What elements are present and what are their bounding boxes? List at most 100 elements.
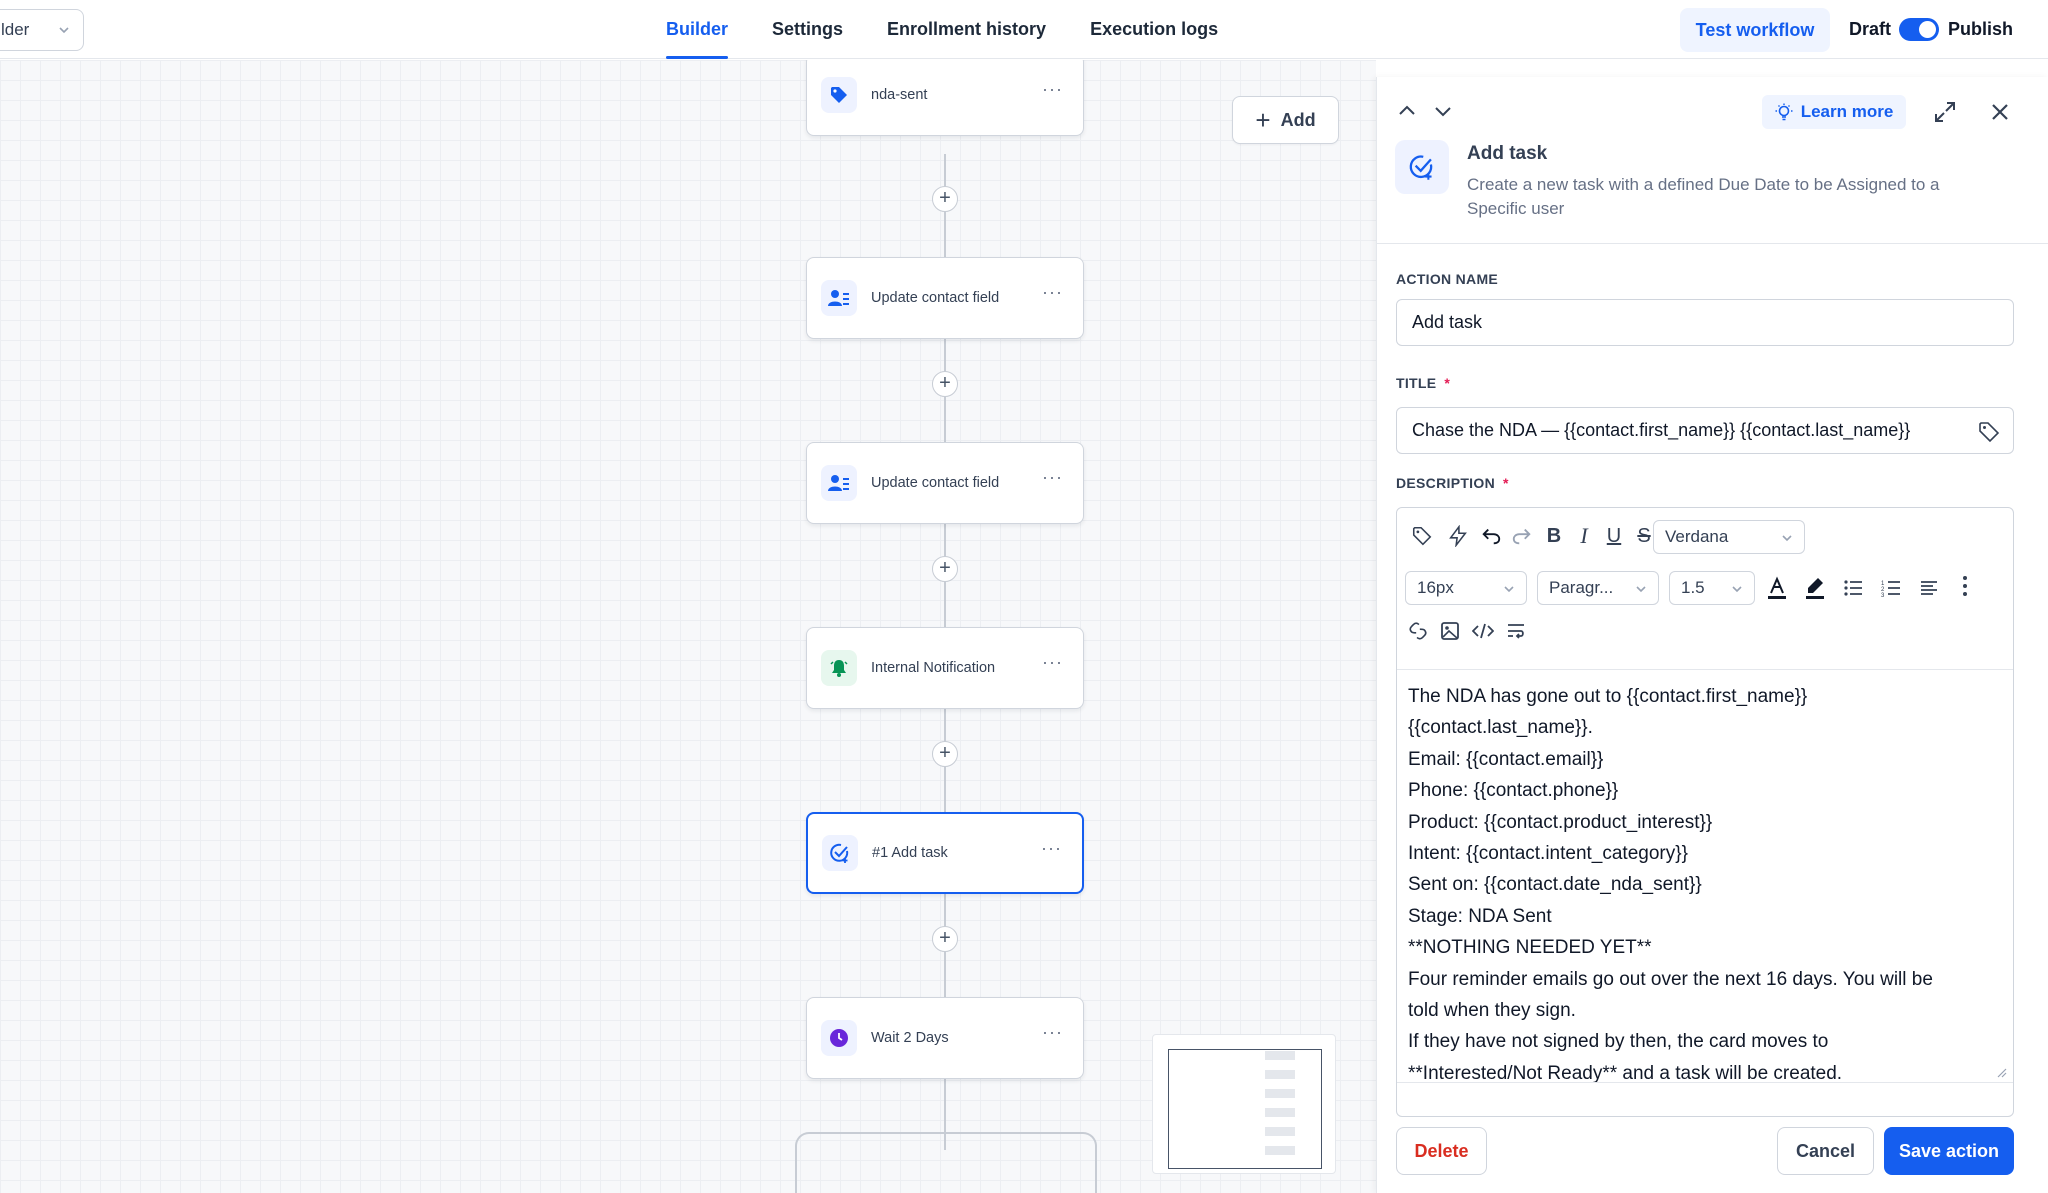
description-line: {{contact.last_name}}. <box>1408 717 1593 739</box>
test-workflow-button[interactable]: Test workflow <box>1680 8 1830 52</box>
minimap-node <box>1265 1051 1295 1060</box>
action-name-label: ACTION NAME <box>1396 271 1499 287</box>
contact-update-icon <box>821 280 857 316</box>
action-name-value: Add task <box>1412 312 1483 332</box>
font-size-select[interactable]: 16px <box>1405 571 1527 605</box>
save-action-button[interactable]: Save action <box>1884 1127 2014 1175</box>
bullet-list-icon[interactable] <box>1841 576 1865 600</box>
workflow-node-update-contact-field[interactable]: Update contact field ··· <box>806 257 1084 339</box>
description-text[interactable]: The NDA has gone out to {{contact.first_… <box>1408 681 2004 1089</box>
chevron-down-icon <box>1782 535 1792 542</box>
close-icon[interactable] <box>1988 100 2012 124</box>
italic-icon[interactable]: I <box>1572 523 1596 548</box>
node-label: nda-sent <box>871 87 928 103</box>
toggle-knob <box>1919 21 1936 38</box>
text-wrap-icon[interactable] <box>1504 619 1528 643</box>
divider <box>1397 669 2013 670</box>
top-navigation: lder Builder Settings Enrollment history… <box>0 0 2048 59</box>
contact-update-icon <box>821 465 857 501</box>
numbered-list-icon[interactable]: 123 <box>1879 576 1903 600</box>
workflow-select[interactable]: lder <box>0 9 84 51</box>
minimap-node <box>1265 1070 1295 1079</box>
chevron-down-icon <box>1732 586 1742 593</box>
tab-settings[interactable]: Settings <box>772 0 843 59</box>
line-height-value: 1.5 <box>1681 578 1705 597</box>
cancel-button[interactable]: Cancel <box>1777 1127 1874 1175</box>
bold-icon[interactable]: B <box>1542 524 1566 548</box>
align-icon[interactable] <box>1917 576 1941 600</box>
more-options-icon[interactable]: ··· <box>1041 838 1062 859</box>
custom-value-tag-icon[interactable] <box>1977 420 2001 444</box>
link-icon[interactable] <box>1406 619 1430 643</box>
node-label: Internal Notification <box>871 660 996 676</box>
more-options-icon[interactable]: ··· <box>1042 652 1063 673</box>
add-step-button[interactable]: + <box>932 926 958 952</box>
description-line: If they have not signed by then, the car… <box>1408 1031 1829 1053</box>
more-options-icon[interactable]: ··· <box>1042 1022 1063 1043</box>
node-label: #1 Add task <box>872 845 948 861</box>
image-icon[interactable] <box>1438 619 1462 643</box>
workflow-node-update-contact-field[interactable]: Update contact field ··· <box>806 442 1084 524</box>
redo-icon[interactable] <box>1510 524 1534 548</box>
workflow-node-wait[interactable]: Wait 2 Days ··· <box>806 997 1084 1079</box>
add-step-button[interactable]: + <box>932 556 958 582</box>
panel-title: Add task <box>1467 143 1548 164</box>
more-options-icon[interactable]: ··· <box>1042 467 1063 488</box>
workflow-tabs: Builder Settings Enrollment history Exec… <box>666 0 1262 59</box>
chevron-up-icon[interactable] <box>1395 99 1419 123</box>
minimap-viewport[interactable] <box>1168 1049 1322 1169</box>
publish-toggle[interactable] <box>1899 18 1939 41</box>
underline-icon[interactable]: U <box>1602 524 1626 548</box>
description-rich-text-editor[interactable]: B I U S Verdana 16px Paragr... 1.5 123 T… <box>1396 507 2014 1117</box>
tab-enrollment-history[interactable]: Enrollment history <box>887 0 1046 59</box>
expand-icon[interactable] <box>1933 100 1957 124</box>
font-family-select[interactable]: Verdana <box>1653 520 1805 554</box>
action-name-input[interactable]: Add task <box>1396 299 2014 346</box>
text-color-icon[interactable] <box>1765 576 1789 600</box>
tab-builder[interactable]: Builder <box>666 0 729 59</box>
add-step-button[interactable]: + <box>932 186 958 212</box>
description-line: Stage: NDA Sent <box>1408 905 1552 927</box>
description-line: Intent: {{contact.intent_category}} <box>1408 843 1688 865</box>
branch-connector-right <box>943 1132 1097 1193</box>
tab-execution-logs[interactable]: Execution logs <box>1090 0 1218 59</box>
node-label: Wait 2 Days <box>871 1030 949 1046</box>
add-button-label: Add <box>1280 109 1316 130</box>
workflow-canvas[interactable]: + + + + + nda-sent ··· Update contact fi… <box>0 60 1376 1193</box>
custom-value-tag-icon[interactable] <box>1410 524 1434 548</box>
title-input[interactable]: Chase the NDA — {{contact.first_name}} {… <box>1396 407 2014 454</box>
title-value: Chase the NDA — {{contact.first_name}} {… <box>1412 420 1911 440</box>
description-line: The NDA has gone out to {{contact.first_… <box>1408 686 1808 707</box>
add-step-button[interactable]: + <box>932 371 958 397</box>
learn-more-button[interactable]: Learn more <box>1762 95 1906 129</box>
trigger-link-icon[interactable] <box>1446 524 1470 548</box>
more-options-icon[interactable]: ··· <box>1042 79 1063 100</box>
chevron-down-icon <box>1636 586 1646 593</box>
description-line: **Interested/Not Ready** and a task will… <box>1408 1062 1843 1084</box>
highlight-color-icon[interactable] <box>1803 576 1827 600</box>
chevron-down-icon <box>59 27 69 34</box>
workflow-node-nda-sent[interactable]: nda-sent ··· <box>806 60 1084 136</box>
undo-icon[interactable] <box>1479 524 1503 548</box>
resize-handle-icon[interactable] <box>1997 1068 2007 1078</box>
canvas-minimap[interactable] <box>1152 1034 1336 1174</box>
tag-icon <box>821 77 857 113</box>
line-height-select[interactable]: 1.5 <box>1669 571 1755 605</box>
add-step-button[interactable]: + <box>932 741 958 767</box>
canvas-add-button[interactable]: + Add <box>1232 96 1339 144</box>
workflow-node-internal-notification[interactable]: Internal Notification ··· <box>806 627 1084 709</box>
learn-more-label: Learn more <box>1800 102 1894 121</box>
font-size-value: 16px <box>1417 578 1454 597</box>
node-label: Update contact field <box>871 290 1000 306</box>
minimap-node <box>1265 1089 1295 1098</box>
chevron-down-icon[interactable] <box>1431 99 1455 123</box>
block-format-select[interactable]: Paragr... <box>1537 571 1659 605</box>
description-line: Sent on: {{contact.date_nda_sent}} <box>1408 874 1702 896</box>
delete-button[interactable]: Delete <box>1396 1127 1487 1175</box>
workflow-node-add-task[interactable]: #1 Add task ··· <box>806 812 1084 894</box>
panel-description: Create a new task with a defined Due Dat… <box>1467 175 1940 218</box>
code-icon[interactable] <box>1471 619 1495 643</box>
font-family-value: Verdana <box>1665 527 1729 546</box>
more-vertical-icon[interactable] <box>1953 574 1977 598</box>
more-options-icon[interactable]: ··· <box>1042 282 1063 303</box>
